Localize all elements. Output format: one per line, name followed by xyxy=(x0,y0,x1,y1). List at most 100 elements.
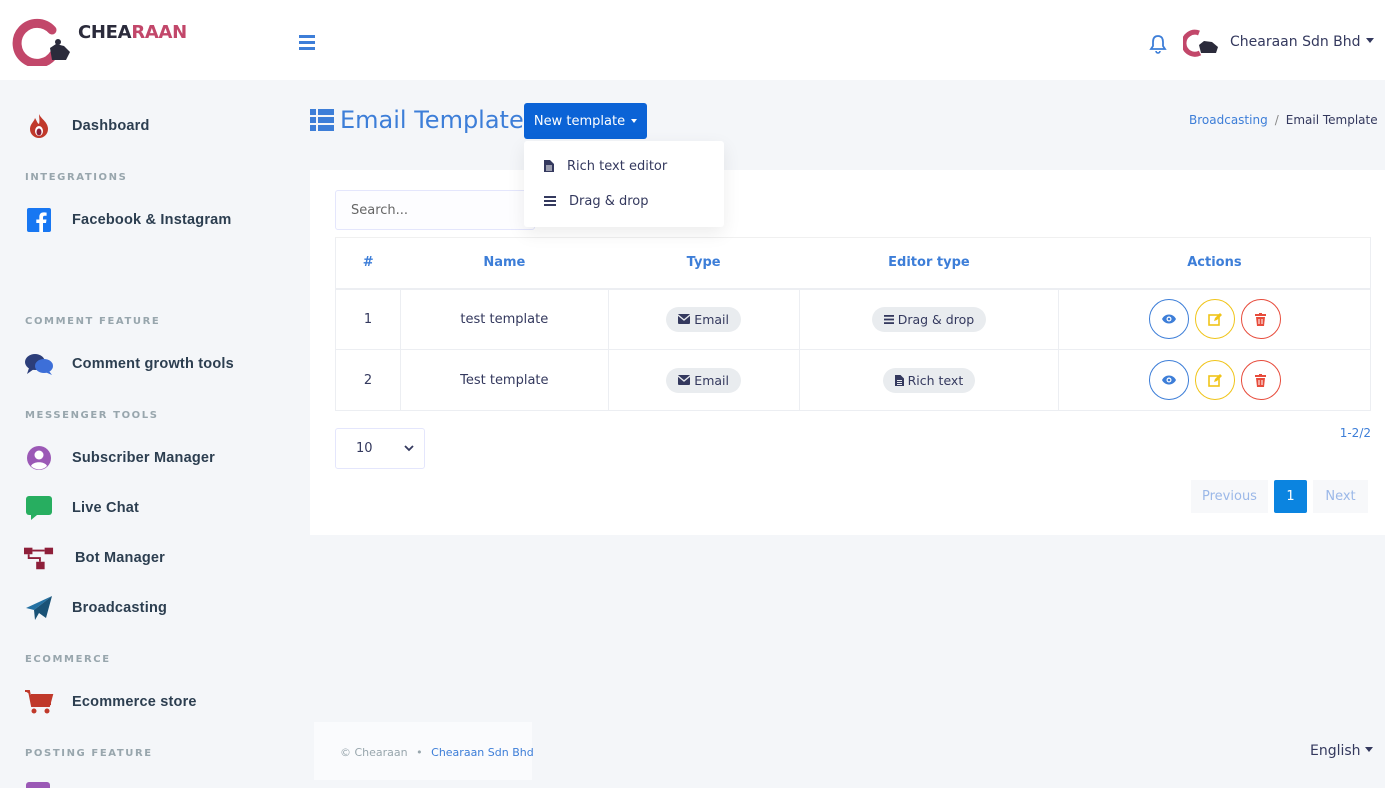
sidebar-item-label: Comment growth tools xyxy=(72,356,234,372)
shopping-cart-icon xyxy=(24,687,54,717)
sitemap-icon xyxy=(24,543,54,573)
sidebar-item-label: Ecommerce store xyxy=(72,694,197,710)
top-navbar: CHEARAAN Chearaan Sdn Bhd xyxy=(0,0,1385,80)
logo-wordmark: CHEARAAN xyxy=(78,22,187,43)
brand-logo[interactable]: CHEARAAN xyxy=(12,18,187,68)
section-header-posting: POSTING FEATURE xyxy=(25,748,153,759)
eye-icon xyxy=(1161,375,1176,385)
cell-type: Email xyxy=(607,349,800,411)
footer: © Chearaan • Chearaan Sdn Bhd xyxy=(340,746,534,759)
menu-item-drag-drop[interactable]: Drag & drop xyxy=(544,191,649,211)
column-header-name[interactable]: Name xyxy=(400,237,609,290)
avatar[interactable] xyxy=(1181,27,1221,59)
sidebar-item-label: Live Chat xyxy=(72,500,140,516)
trash-icon xyxy=(1255,312,1267,326)
view-button[interactable] xyxy=(1148,360,1189,400)
sidebar-item-label: Facebook & Instagram xyxy=(72,212,232,228)
new-template-dropdown: Rich text editor Drag & drop xyxy=(524,141,724,227)
column-header-actions: Actions xyxy=(1058,237,1371,290)
sidebar-item-broadcasting[interactable]: Broadcasting xyxy=(24,590,167,626)
edit-button[interactable] xyxy=(1194,360,1235,400)
file-text-icon xyxy=(894,374,904,386)
new-template-button[interactable]: New template xyxy=(524,103,647,139)
page-title: Email Template xyxy=(310,106,524,134)
per-page-select[interactable]: 10 xyxy=(335,428,425,469)
chevron-down-icon xyxy=(1365,38,1374,43)
sidebar-item-comment-growth-tools[interactable]: Comment growth tools xyxy=(24,346,234,382)
cell-name: test template xyxy=(399,288,609,350)
trash-icon xyxy=(1255,373,1267,387)
section-header-ecommerce: ECOMMERCE xyxy=(25,654,111,665)
bars-icon xyxy=(883,314,894,324)
cell-editor-type: Rich text xyxy=(798,349,1060,411)
envelope-icon xyxy=(678,375,691,385)
menu-toggle-icon[interactable] xyxy=(299,34,315,50)
comments-icon xyxy=(24,349,54,379)
edit-button[interactable] xyxy=(1194,299,1235,340)
sidebar-item-bot-manager[interactable]: Bot Manager xyxy=(24,540,165,576)
breadcrumb-separator: / xyxy=(1274,113,1279,127)
sidebar: Dashboard INTEGRATIONS Facebook & Instag… xyxy=(0,80,290,788)
cell-type: Email xyxy=(607,288,800,350)
type-badge: Email xyxy=(666,306,741,332)
sidebar-item-ecommerce-store[interactable]: Ecommerce store xyxy=(24,684,197,720)
search-input[interactable] xyxy=(335,190,535,230)
cell-name: Test template xyxy=(399,349,609,411)
list-table-icon xyxy=(310,109,334,131)
edit-icon xyxy=(1207,374,1222,387)
button-label: New template xyxy=(533,113,626,129)
sidebar-item-dashboard[interactable]: Dashboard xyxy=(24,108,150,144)
pagination-next[interactable]: Next xyxy=(1313,480,1368,513)
chevron-down-icon xyxy=(1364,747,1373,752)
cell-number: 1 xyxy=(335,288,401,350)
user-circle-icon xyxy=(24,443,54,473)
cell-editor-type: Drag & drop xyxy=(798,288,1060,350)
facebook-icon xyxy=(24,205,54,235)
breadcrumb-current: Email Template xyxy=(1285,113,1378,127)
column-header-editor-type[interactable]: Editor type xyxy=(799,237,1059,290)
logo-icon xyxy=(12,18,70,68)
editor-badge: Rich text xyxy=(882,367,976,393)
sidebar-item-label: Broadcasting xyxy=(72,600,168,616)
page-title-text: Email Template xyxy=(340,106,524,134)
cell-number: 2 xyxy=(335,349,401,411)
delete-button[interactable] xyxy=(1240,299,1281,340)
sidebar-item-subscriber-manager[interactable]: Subscriber Manager xyxy=(24,440,215,476)
column-header-number[interactable]: # xyxy=(335,237,401,290)
menu-item-rich-text-editor[interactable]: Rich text editor xyxy=(544,156,667,176)
language-selector[interactable]: English xyxy=(1310,743,1373,759)
footer-separator: • xyxy=(416,746,423,759)
templates-table: # Name Type Editor type Actions 1 test t… xyxy=(335,237,1371,411)
sidebar-item-label: Bot Manager xyxy=(75,550,166,566)
column-header-type[interactable]: Type xyxy=(608,237,800,290)
footer-company-link[interactable]: Chearaan Sdn Bhd xyxy=(431,746,534,759)
sidebar-item-live-chat[interactable]: Live Chat xyxy=(24,490,139,526)
menu-item-label: Rich text editor xyxy=(567,158,668,174)
sidebar-item-label: Dashboard xyxy=(72,118,150,134)
envelope-icon xyxy=(678,314,691,325)
footer-copyright: © Chearaan xyxy=(340,746,408,759)
delete-button[interactable] xyxy=(1240,360,1281,400)
pagination-previous[interactable]: Previous xyxy=(1191,480,1268,513)
chevron-down-icon xyxy=(631,119,638,123)
fire-icon xyxy=(24,111,54,141)
results-range: 1-2/2 xyxy=(1339,426,1371,440)
breadcrumb-link-broadcasting[interactable]: Broadcasting xyxy=(1189,113,1268,127)
sidebar-item-label: Subscriber Manager xyxy=(72,450,216,466)
bars-icon xyxy=(544,196,556,206)
partial-sidebar-icon xyxy=(26,782,50,788)
pagination-page-1[interactable]: 1 xyxy=(1274,480,1307,513)
notification-bell-icon[interactable] xyxy=(1149,34,1167,54)
editor-badge: Drag & drop xyxy=(871,306,987,332)
section-header-comment: COMMENT FEATURE xyxy=(25,316,161,327)
edit-icon xyxy=(1207,313,1222,327)
table-row: 1 test template Email Drag & drop xyxy=(335,288,1371,350)
cell-actions xyxy=(1058,349,1371,411)
view-button[interactable] xyxy=(1148,299,1189,340)
chevron-down-icon xyxy=(404,445,414,452)
sidebar-item-facebook-instagram[interactable]: Facebook & Instagram xyxy=(24,202,232,238)
eye-icon xyxy=(1161,314,1176,324)
account-menu[interactable]: Chearaan Sdn Bhd xyxy=(1230,34,1374,50)
type-badge: Email xyxy=(666,367,741,393)
table-row: 2 Test template Email Rich text xyxy=(335,349,1371,411)
